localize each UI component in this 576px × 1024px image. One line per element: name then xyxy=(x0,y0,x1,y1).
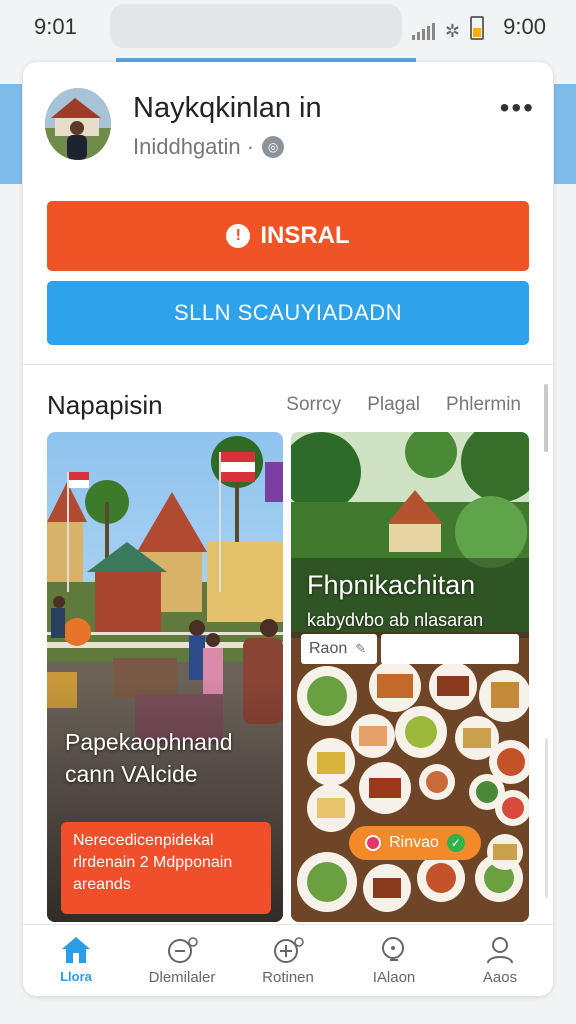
battery-icon xyxy=(470,16,484,40)
right-card-inputs: Raon ✎ xyxy=(301,634,519,664)
status-time-left: 9:01 xyxy=(34,14,77,39)
left-caption-line2: cann VAlcide xyxy=(65,761,198,787)
nav-item-search[interactable]: IAlaon xyxy=(341,925,447,996)
nav-label-profile: Aaos xyxy=(482,969,518,986)
avatar[interactable] xyxy=(45,88,111,160)
feature-card-left[interactable]: Papekaophnand cann VAlcide Nerecedicenpi… xyxy=(47,432,283,922)
main-card: Naykqkinlan in Iniddhgatin · ◎ ••• ! INS… xyxy=(23,62,553,996)
home-icon xyxy=(62,937,90,963)
right-card-title: Fhpnikachitan xyxy=(307,570,476,600)
status-pill xyxy=(110,4,402,48)
reservation-input-secondary[interactable] xyxy=(381,634,519,664)
nav-item-messages[interactable]: Dlemilaler xyxy=(129,925,235,996)
left-card-notice[interactable]: Nerecedicenpidekal rlrdenain 2 Mdpponain… xyxy=(61,822,271,914)
notice-line3: areands xyxy=(73,876,131,893)
primary-action-button[interactable]: ! INSRAL xyxy=(47,201,529,271)
profile-name: Naykqkinlan in xyxy=(133,92,322,124)
profile-header: Naykqkinlan in Iniddhgatin · ◎ ••• xyxy=(45,88,535,168)
profile-subtitle-text: Iniddhgatin · xyxy=(133,134,255,159)
status-bar: 9:01 ✲ 9:00 xyxy=(0,0,576,56)
profile-subtitle: Iniddhgatin · ◎ xyxy=(133,134,285,160)
scrollbar-lower xyxy=(545,738,548,898)
signal-icon xyxy=(411,23,435,40)
nav-item-add[interactable]: Rotinen xyxy=(235,925,341,996)
primary-action-label: INSRAL xyxy=(260,222,350,249)
add-icon xyxy=(274,937,304,963)
nav-label-search: IAlaon xyxy=(372,969,416,986)
check-icon: ✓ xyxy=(446,834,465,852)
section-title: Napapisin xyxy=(47,390,163,420)
review-chip-label: Rinvao xyxy=(389,834,439,851)
background-accent-right xyxy=(554,84,576,184)
record-icon xyxy=(365,835,382,851)
person-icon xyxy=(487,937,513,964)
secondary-action-button[interactable]: SLLN SCAUYIADADN xyxy=(47,281,529,345)
wifi-icon: ✲ xyxy=(444,21,460,41)
alert-icon: ! xyxy=(226,224,251,248)
tab-phlermin[interactable]: Phlermin xyxy=(446,394,521,416)
notice-line2: rlrdenain 2 Mdpponain xyxy=(73,854,233,871)
tab-plagal[interactable]: Plagal xyxy=(367,394,420,416)
review-chip[interactable]: Rinvao ✓ xyxy=(349,826,481,860)
background-accent-left xyxy=(0,84,22,184)
bottom-navigation: Llora Dlemilaler Rotinen IAlaon Aaos xyxy=(23,924,553,996)
chat-icon xyxy=(168,937,198,963)
nav-label-messages: Dlemilaler xyxy=(148,969,216,986)
divider xyxy=(23,364,553,365)
scrollbar[interactable] xyxy=(544,384,548,452)
nav-label-home: Llora xyxy=(60,969,92,984)
nav-item-home[interactable]: Llora xyxy=(23,925,129,996)
reservation-input[interactable]: Raon ✎ xyxy=(301,634,377,664)
notice-line1: Nerecedicenpidekal xyxy=(73,832,214,849)
pencil-icon: ✎ xyxy=(355,641,367,656)
nav-label-add: Rotinen xyxy=(262,969,314,986)
status-icons: ✲ xyxy=(411,16,484,41)
tab-sorrcy[interactable]: Sorrcy xyxy=(286,394,341,416)
left-caption-line1: Papekaophnand xyxy=(65,729,233,755)
more-options-button[interactable]: ••• xyxy=(500,92,535,124)
nav-item-profile[interactable]: Aaos xyxy=(447,925,553,996)
search-icon xyxy=(382,937,404,961)
left-card-caption: Papekaophnand cann VAlcide xyxy=(65,726,233,790)
globe-icon: ◎ xyxy=(262,136,285,158)
section-tabs: Sorrcy Plagal Phlermin xyxy=(286,394,521,416)
reservation-input-value: Raon xyxy=(309,640,348,657)
status-time-right: 9:00 xyxy=(503,14,546,39)
feature-card-right[interactable]: Fhpnikachitan kabydvbo ab nlasaran Raon … xyxy=(291,432,529,922)
right-card-subtitle: kabydvbo ab nlasaran xyxy=(307,610,484,630)
secondary-action-label: SLLN SCAUYIADADN xyxy=(173,300,403,325)
